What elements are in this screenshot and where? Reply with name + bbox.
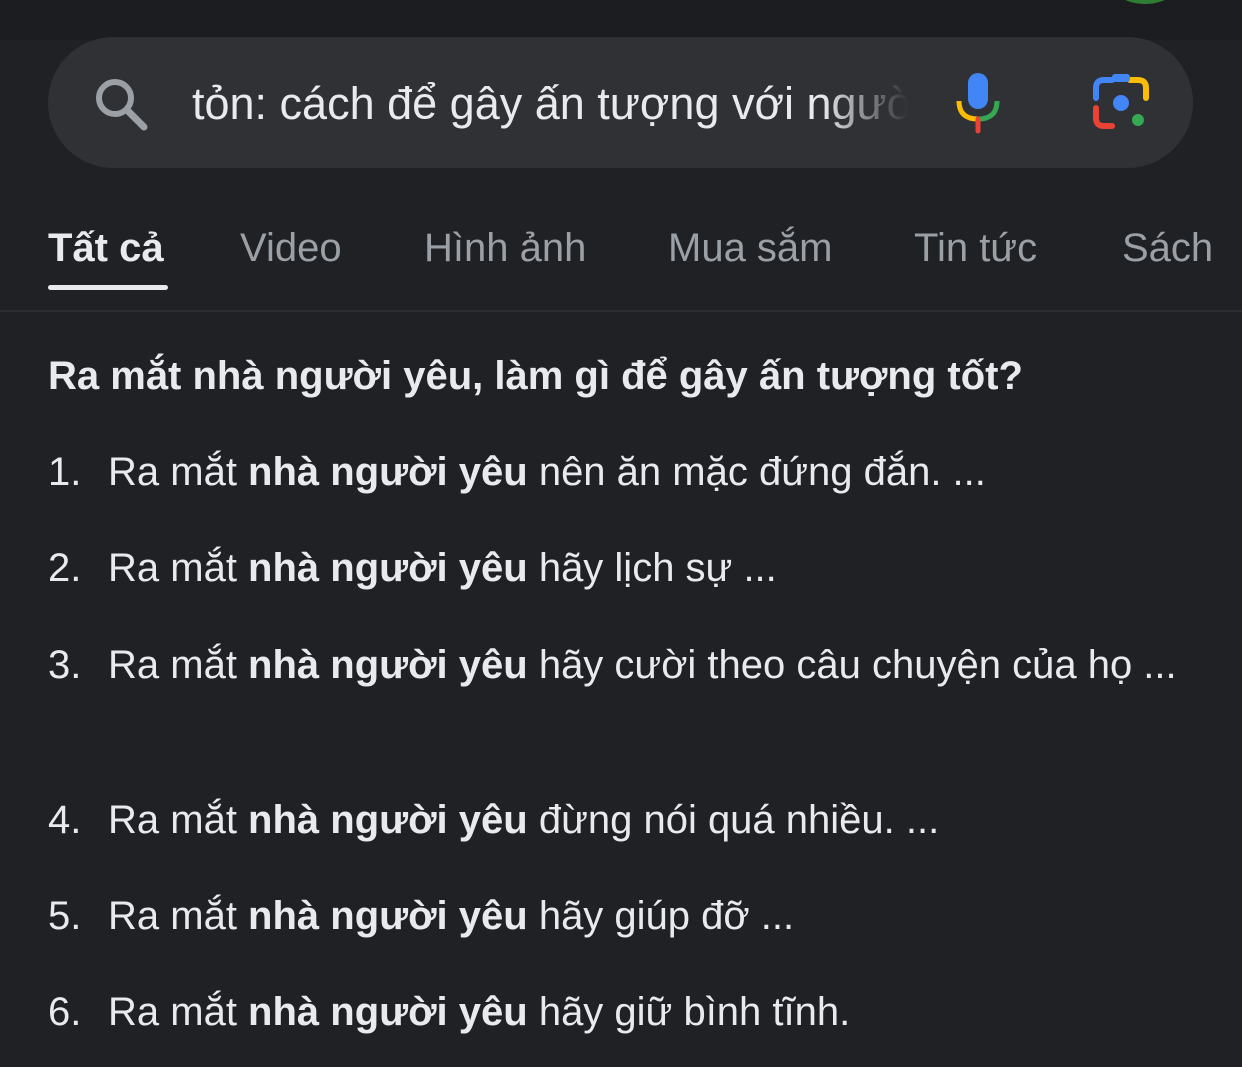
list-item-text: Ra mắt nhà người yêu đừng nói quá nhiều.…: [108, 798, 940, 842]
list-item-text: Ra mắt nhà người yêu hãy cười theo câu c…: [108, 643, 1177, 687]
featured-snippet: Ra mắt nhà người yêu, làm gì để gây ấn t…: [48, 348, 1208, 1034]
list-item-text: Ra mắt nhà người yêu hãy giữ bình tĩnh.: [108, 990, 851, 1034]
tab-news[interactable]: Tin tức: [914, 224, 1037, 272]
list-item-text: Ra mắt nhà người yêu hãy giúp đỡ ...: [108, 894, 795, 938]
list-number: 6.: [48, 990, 82, 1034]
tabs-divider: [0, 310, 1242, 312]
status-bar: [0, 0, 1242, 40]
tab-books[interactable]: Sách: [1122, 224, 1213, 272]
list-number: 5.: [48, 894, 82, 938]
microphone-icon[interactable]: [953, 71, 1003, 135]
search-icon[interactable]: [92, 75, 150, 133]
lens-camera-icon[interactable]: [1092, 74, 1150, 132]
account-avatar[interactable]: [1110, 0, 1180, 4]
list-number: 3.: [48, 643, 82, 687]
tab-images[interactable]: Hình ảnh: [424, 224, 586, 272]
active-tab-indicator: [48, 285, 168, 290]
tab-all[interactable]: Tất cả: [48, 224, 164, 272]
list-item-text: Ra mắt nhà người yêu nên ăn mặc đứng đắn…: [108, 450, 986, 494]
snippet-heading[interactable]: Ra mắt nhà người yêu, làm gì để gây ấn t…: [48, 348, 1208, 404]
tab-video[interactable]: Video: [240, 224, 342, 272]
list-number: 2.: [48, 546, 82, 590]
list-number: 1.: [48, 450, 82, 494]
tab-shopping[interactable]: Mua sắm: [668, 224, 833, 272]
list-number: 4.: [48, 798, 82, 842]
search-bar[interactable]: tỏn: cách để gây ấn tượng với người yêu: [48, 37, 1193, 168]
list-item-text: Ra mắt nhà người yêu hãy lịch sự ...: [108, 546, 777, 590]
search-input[interactable]: tỏn: cách để gây ấn tượng với người yêu: [192, 76, 908, 132]
search-tabs: Tất cả Video Hình ảnh Mua sắm Tin tức Sá…: [0, 200, 1242, 312]
